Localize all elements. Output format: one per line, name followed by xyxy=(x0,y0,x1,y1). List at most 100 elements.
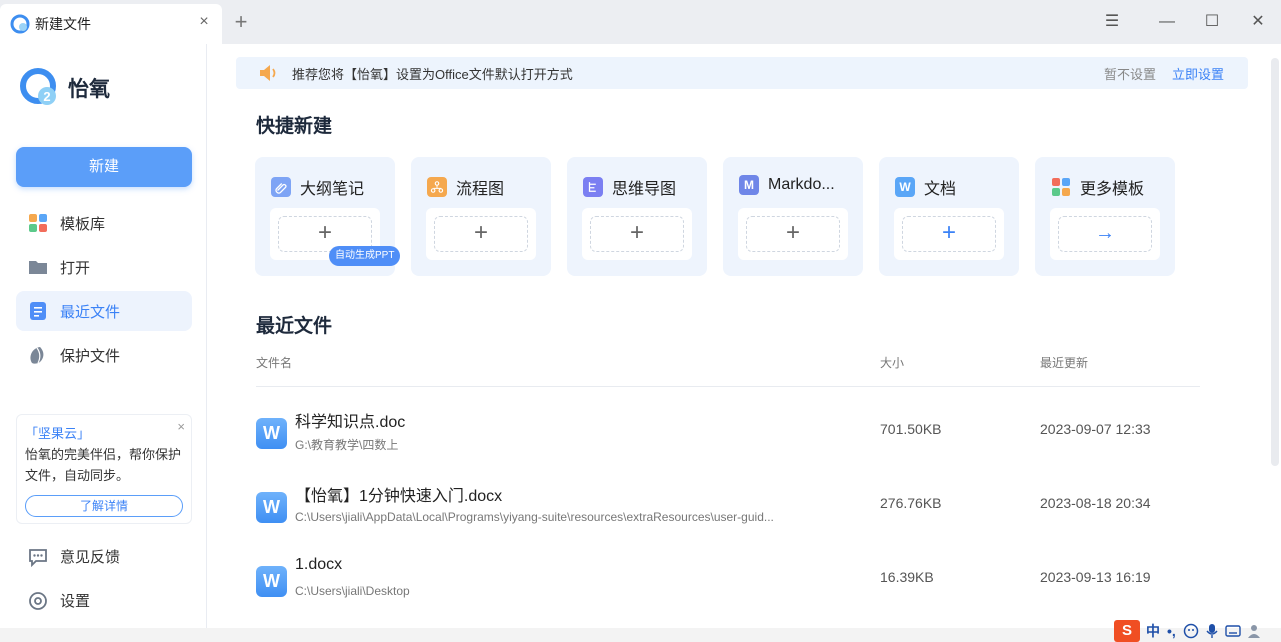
tab-close-icon[interactable]: × xyxy=(196,14,212,30)
card-header: W 文档 xyxy=(895,175,956,199)
taskbar xyxy=(0,628,1281,642)
card-document[interactable]: W 文档 + xyxy=(879,157,1019,276)
list-divider xyxy=(256,386,1200,387)
sidebar-item-label: 保护文件 xyxy=(60,347,121,365)
card-label: 流程图 xyxy=(456,181,505,198)
menu-icon[interactable]: ☰ xyxy=(1100,10,1124,34)
shield-icon xyxy=(30,347,44,364)
file-size: 16.39KB xyxy=(880,569,934,585)
microphone-icon[interactable] xyxy=(1205,623,1219,639)
card-markdown[interactable]: M Markdo... + xyxy=(723,157,863,276)
sidebar-item-open[interactable]: 打开 xyxy=(16,247,192,287)
emoji-icon[interactable] xyxy=(1183,623,1199,639)
card-header: 更多模板 xyxy=(1051,175,1144,199)
card-add-area[interactable]: + xyxy=(894,208,1004,260)
folder-icon xyxy=(29,261,47,274)
ime-mode[interactable]: 中 xyxy=(1146,621,1160,641)
markdown-icon: M xyxy=(739,175,759,195)
feedback-item[interactable]: 意见反馈 xyxy=(28,546,120,567)
file-name: 科学知识点.doc xyxy=(295,414,406,431)
card-more-templates[interactable]: 更多模板 → xyxy=(1035,157,1175,276)
card-add-area[interactable]: + xyxy=(426,208,536,260)
card-label: Markdo... xyxy=(768,176,835,193)
scrollbar[interactable] xyxy=(1271,58,1279,466)
column-updated[interactable]: 最近更新 xyxy=(1040,354,1088,371)
learn-more-button[interactable]: 了解详情 xyxy=(25,495,183,517)
file-name: 1.docx xyxy=(295,556,343,573)
file-path: G:\教育教学\四数上 xyxy=(295,438,399,452)
sidebar-item-label: 打开 xyxy=(60,259,91,277)
close-window-icon[interactable]: ✕ xyxy=(1246,10,1270,34)
plus-icon: + xyxy=(902,216,996,252)
title-bar: 新建文件 × + ☰ — ☐ ✕ xyxy=(0,0,1281,44)
card-label: 思维导图 xyxy=(612,181,677,198)
mindmap-icon xyxy=(583,177,603,197)
feedback-label: 意见反馈 xyxy=(60,549,121,566)
card-add-area[interactable]: → xyxy=(1050,208,1160,260)
ime-logo-icon: S xyxy=(1114,619,1140,642)
card-label: 文档 xyxy=(924,181,957,198)
file-updated: 2023-09-13 16:19 xyxy=(1040,569,1151,585)
new-button[interactable]: 新建 xyxy=(16,147,192,187)
file-updated: 2023-09-07 12:33 xyxy=(1040,421,1151,437)
new-tab-icon[interactable]: + xyxy=(230,11,252,34)
document-icon xyxy=(30,302,46,320)
sidebar-item-label: 最近文件 xyxy=(60,303,121,321)
banner-set-now-link[interactable]: 立即设置 xyxy=(1172,64,1224,83)
sidebar-item-protect[interactable]: 保护文件 xyxy=(16,335,192,375)
tab-new-file[interactable]: 新建文件 × xyxy=(0,4,222,44)
word-file-icon: W xyxy=(256,492,287,523)
sidebar-item-recent[interactable]: 最近文件 xyxy=(16,291,192,331)
card-add-area[interactable]: + xyxy=(738,208,848,260)
ime-toolbar[interactable]: S 中 •, xyxy=(1114,619,1261,642)
card-mindmap[interactable]: 思维导图 + xyxy=(567,157,707,276)
file-path: C:\Users\jiali\Desktop xyxy=(295,584,410,598)
keyboard-icon[interactable] xyxy=(1225,624,1241,638)
ime-punct[interactable]: •, xyxy=(1167,623,1176,639)
column-name[interactable]: 文件名 xyxy=(256,354,292,371)
template-icon xyxy=(29,214,47,232)
minimize-icon[interactable]: — xyxy=(1155,10,1179,34)
card-header: M Markdo... xyxy=(739,175,835,195)
settings-icon xyxy=(29,591,47,610)
auto-ppt-badge[interactable]: 自动生成PPT xyxy=(329,246,401,266)
outline-icon xyxy=(271,177,291,197)
settings-label: 设置 xyxy=(60,593,91,610)
table-row[interactable]: W 1.docx C:\Users\jiali\Desktop 16.39KB … xyxy=(256,553,1200,623)
tab-title: 新建文件 xyxy=(35,16,91,32)
brand-name: 怡氧 xyxy=(68,78,110,101)
maximize-icon[interactable]: ☐ xyxy=(1200,10,1224,34)
column-size[interactable]: 大小 xyxy=(880,354,904,371)
banner-later-link[interactable]: 暂不设置 xyxy=(1104,64,1156,83)
svg-text:2: 2 xyxy=(43,89,50,104)
card-flowchart[interactable]: 流程图 + xyxy=(411,157,551,276)
banner-text: 推荐您将【怡氧】设置为Office文件默认打开方式 xyxy=(292,66,573,82)
app-logo-icon xyxy=(10,14,30,34)
promo-close-icon[interactable]: × xyxy=(177,419,185,434)
word-file-icon: W xyxy=(256,566,287,597)
recent-files-title: 最近文件 xyxy=(256,316,333,337)
file-updated: 2023-08-18 20:34 xyxy=(1040,495,1151,511)
user-icon[interactable] xyxy=(1247,623,1261,639)
table-row[interactable]: W 【怡氧】1分钟快速入门.docx C:\Users\jiali\AppDat… xyxy=(256,479,1200,549)
feedback-icon xyxy=(29,548,47,567)
plus-icon: + xyxy=(590,216,684,252)
flowchart-icon xyxy=(427,177,447,197)
card-label: 大纲笔记 xyxy=(300,181,365,198)
settings-item[interactable]: 设置 xyxy=(28,590,90,611)
quick-create-title: 快捷新建 xyxy=(256,116,333,137)
file-name: 【怡氧】1分钟快速入门.docx xyxy=(295,488,503,505)
file-path: C:\Users\jiali\AppData\Local\Programs\yi… xyxy=(295,510,774,524)
more-templates-icon xyxy=(1051,177,1071,197)
card-label: 更多模板 xyxy=(1080,181,1145,198)
sidebar-item-templates[interactable]: 模板库 xyxy=(16,203,192,243)
card-header: 流程图 xyxy=(427,175,504,199)
table-row[interactable]: W 科学知识点.doc G:\教育教学\四数上 701.50KB 2023-09… xyxy=(256,405,1200,475)
sidebar: 2 怡氧 新建 模板库 打开 最近文件 保护文件 「坚果云」 怡氧的完美伴侣，帮… xyxy=(0,44,207,628)
promo-title: 「坚果云」 xyxy=(25,426,91,441)
file-size: 701.50KB xyxy=(880,421,942,437)
card-add-area[interactable]: + xyxy=(582,208,692,260)
speaker-icon xyxy=(260,65,276,81)
word-file-icon: W xyxy=(256,418,287,449)
brand-logo-icon: 2 xyxy=(20,68,56,105)
